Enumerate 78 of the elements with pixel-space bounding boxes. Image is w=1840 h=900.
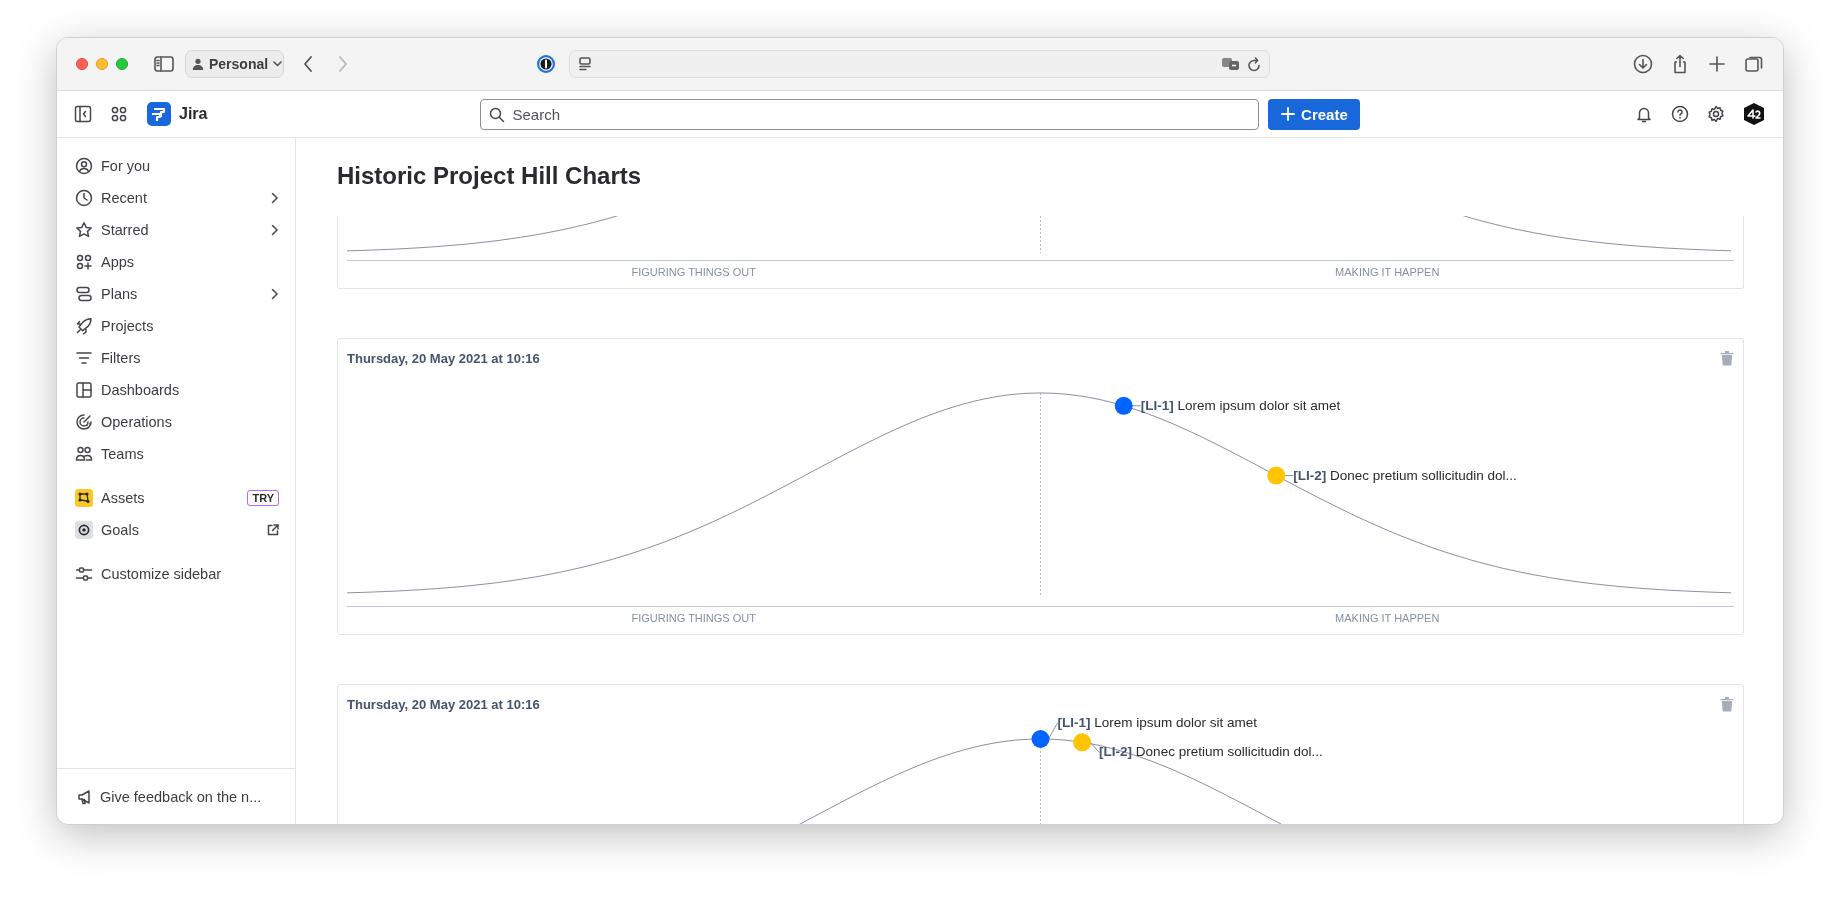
rocket-icon: [75, 317, 93, 335]
sidebar-item[interactable]: Starred: [57, 214, 295, 246]
target-icon: [75, 521, 93, 539]
item-dot[interactable]: [1267, 466, 1286, 485]
profile-button[interactable]: Personal: [185, 50, 284, 78]
chevron-right-icon[interactable]: [271, 224, 279, 236]
sidebar-item[interactable]: Plans: [57, 278, 295, 310]
center-divider: [1040, 216, 1041, 254]
address-field[interactable]: [569, 50, 1270, 78]
chart-date: Thursday, 20 May 2021 at 10:16: [347, 696, 540, 712]
chevron-down-icon: [273, 61, 283, 67]
sidebar-item[interactable]: Dashboards: [57, 374, 295, 406]
maximize-button[interactable]: [116, 58, 128, 70]
download-icon[interactable]: [1633, 54, 1653, 74]
filter-icon: [75, 349, 93, 367]
apps-icon: [75, 253, 93, 271]
item-label[interactable]: [LI-1] Lorem ipsum dolor sit amet: [1140, 396, 1341, 415]
clock-icon: [75, 189, 93, 207]
app-grid-icon[interactable]: [110, 105, 128, 123]
plus-icon[interactable]: [1707, 54, 1727, 74]
plans-icon: [75, 285, 93, 303]
tabs-icon[interactable]: [1744, 54, 1764, 74]
item-dot[interactable]: [1073, 733, 1092, 752]
sidebar-item[interactable]: Teams: [57, 438, 295, 470]
sidebar-item[interactable]: Projects: [57, 310, 295, 342]
search-field[interactable]: Search: [480, 98, 1260, 130]
sidebar-item[interactable]: Goals: [57, 514, 295, 546]
external-link-icon[interactable]: [267, 524, 279, 536]
item-label[interactable]: [LI-2] Donec pretium sollicitudin dol...: [1099, 743, 1323, 762]
sidebar-item[interactable]: Apps: [57, 246, 295, 278]
leader-line: [1089, 741, 1100, 753]
bell-icon[interactable]: [1635, 105, 1653, 123]
item-dot[interactable]: [1031, 730, 1050, 748]
axis-label: MAKING IT HAPPEN: [1334, 611, 1441, 626]
radar-icon: [75, 413, 93, 431]
chevron-right-icon[interactable]: [271, 192, 279, 204]
reload-icon[interactable]: [1247, 56, 1261, 72]
app-name[interactable]: Jira: [179, 105, 208, 123]
sidebar-item[interactable]: Customize sidebar: [57, 558, 295, 590]
megaphone-icon: [77, 788, 93, 805]
chart-date: Thursday, 20 May 2021 at 10:16: [347, 350, 540, 366]
sidebar-item[interactable]: Recent: [57, 182, 295, 214]
feedback-link[interactable]: Give feedback on the n...: [77, 788, 262, 805]
star-icon: [75, 221, 93, 239]
plus-icon: [1281, 107, 1296, 121]
sidebar-toggle-icon[interactable]: [74, 105, 92, 123]
settings-icon[interactable]: [1707, 105, 1725, 123]
keyhole-icon[interactable]: [536, 54, 556, 74]
sidebar-item[interactable]: For you: [57, 150, 295, 182]
item-dot[interactable]: [1114, 396, 1133, 415]
leader-line: [1048, 722, 1058, 740]
axis-label: FIGURING THINGS OUT: [630, 265, 757, 280]
back-icon[interactable]: [303, 56, 313, 72]
sidebar-item[interactable]: Operations: [57, 406, 295, 438]
help-icon[interactable]: [1671, 105, 1689, 123]
sidebar-item[interactable]: Assets TRY: [57, 482, 295, 514]
item-label[interactable]: [LI-2] Donec pretium sollicitudin dol...: [1293, 466, 1517, 485]
assets-icon: [75, 489, 93, 507]
page-icon[interactable]: [578, 57, 592, 71]
chevron-right-icon[interactable]: [271, 288, 279, 300]
try-badge: TRY: [247, 490, 279, 506]
search-icon: [489, 106, 506, 123]
person-icon: [192, 58, 204, 70]
sidebar-icon[interactable]: [154, 56, 174, 72]
sidebar-item[interactable]: Filters: [57, 342, 295, 374]
translate-icon[interactable]: [1221, 57, 1241, 71]
user-icon: [75, 157, 93, 175]
page-title: Historic Project Hill Charts: [337, 162, 643, 190]
people-icon: [75, 445, 93, 463]
close-button[interactable]: [76, 58, 88, 70]
axis-label: FIGURING THINGS OUT: [630, 611, 757, 626]
sliders-icon: [75, 565, 93, 583]
avatar-icon[interactable]: [1742, 102, 1766, 126]
create-button[interactable]: Create: [1268, 98, 1361, 130]
logo-icon[interactable]: [147, 102, 171, 126]
item-label[interactable]: [LI-1] Lorem ipsum dolor sit amet: [1057, 714, 1258, 732]
dashboard-icon: [75, 381, 93, 399]
axis-label: MAKING IT HAPPEN: [1334, 265, 1441, 280]
